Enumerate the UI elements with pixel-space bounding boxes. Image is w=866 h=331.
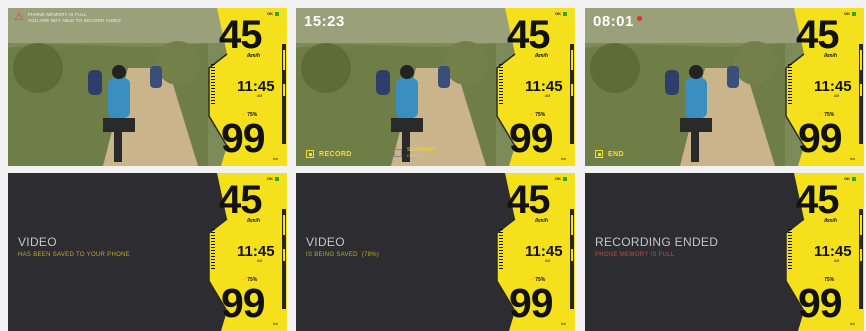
- status-ok: OK: [555, 11, 567, 16]
- side-scroll-bar[interactable]: [859, 209, 863, 309]
- record-label: RECORD: [319, 150, 352, 158]
- side-scroll-bar[interactable]: [282, 209, 286, 309]
- hud-panel: OK 45 /km/h 11:45 AM ⚡75% 99 km: [207, 8, 287, 166]
- hud-time: 11:45: [814, 243, 852, 260]
- clock: 08:01: [593, 13, 634, 30]
- battery-unit: km: [561, 157, 566, 161]
- level-ticks: [211, 229, 215, 269]
- level-ticks: [788, 229, 792, 269]
- speed-unit: /km/h: [535, 218, 549, 224]
- screen-recording-ended: RECORDING ENDED PHONE MEMORY IS FULL OK …: [585, 173, 864, 331]
- battery-big-value: 99: [798, 280, 843, 326]
- status-ok: OK: [844, 176, 856, 181]
- screen-recording: 08:01 END OK 45 /km/h 11:45 AM ⚡75% 99 k…: [585, 8, 864, 166]
- record-button[interactable]: RECORD: [306, 150, 352, 158]
- hud-panel: OK 45 /km/h 11:45 AM ⚡75% 99 km: [495, 173, 575, 331]
- speed-value: 45: [507, 13, 550, 57]
- battery-big-value: 99: [509, 280, 554, 326]
- snapshot-sub: CAMERA: [407, 153, 426, 158]
- record-icon: [306, 150, 314, 158]
- speed-unit: /km/h: [247, 53, 261, 59]
- hud-am-pm: AM: [257, 94, 263, 98]
- speed-value: 45: [219, 178, 262, 222]
- warning-line-2: YOU ARE NOT ABLE TO RECORD VIDEO: [27, 18, 121, 23]
- level-ticks: [788, 64, 792, 104]
- screen-memory-full-warning: ⚠ PHONE MEMORY IS FULL YOU ARE NOT ABLE …: [8, 8, 287, 166]
- stop-icon: [595, 150, 603, 158]
- battery-unit: km: [273, 157, 278, 161]
- speed-unit: /km/h: [824, 218, 838, 224]
- hud-am-pm: AM: [257, 259, 263, 263]
- battery-unit: km: [273, 322, 278, 326]
- side-scroll-bar[interactable]: [859, 44, 863, 144]
- hud-am-pm: AM: [545, 94, 551, 98]
- hud-time: 11:45: [525, 243, 563, 260]
- level-ticks: [499, 64, 503, 104]
- message-title: VIDEO: [18, 235, 57, 249]
- snapshot-button[interactable]: SNAPSHOT CAMERA: [394, 148, 437, 158]
- hud-am-pm: AM: [834, 94, 840, 98]
- hud-time: 11:45: [814, 78, 852, 95]
- speed-value: 45: [219, 13, 262, 57]
- end-label: END: [608, 150, 624, 158]
- message-title: RECORDING ENDED: [595, 235, 719, 249]
- screen-video-saving: VIDEO IS BEING SAVED (78%) OK 45 /km/h 1…: [296, 173, 575, 331]
- level-ticks: [499, 229, 503, 269]
- message-title: VIDEO: [306, 235, 345, 249]
- status-ok: OK: [555, 176, 567, 181]
- level-ticks: [211, 64, 215, 104]
- screen-video-saved: VIDEO HAS BEEN SAVED TO YOUR PHONE OK 45…: [8, 173, 287, 331]
- hud-panel: OK 45 /km/h 11:45 AM ⚡75% 99 km: [784, 173, 864, 331]
- message: VIDEO HAS BEEN SAVED TO YOUR PHONE: [18, 235, 130, 258]
- hud-time: 11:45: [525, 78, 563, 95]
- hud-am-pm: AM: [545, 259, 551, 263]
- message-subtitle: HAS BEEN SAVED TO YOUR PHONE: [18, 252, 130, 258]
- speed-value: 45: [507, 178, 550, 222]
- status-ok: OK: [267, 176, 279, 181]
- battery-unit: km: [561, 322, 566, 326]
- status-ok: OK: [844, 11, 856, 16]
- battery-unit: km: [850, 322, 855, 326]
- screen-ready-to-record: 15:23 RECORD SNAPSHOT CAMERA OK 45 /km/h…: [296, 8, 575, 166]
- hud-time: 11:45: [237, 243, 275, 260]
- side-scroll-bar[interactable]: [282, 44, 286, 144]
- hud-panel: OK 45 /km/h 11:45 AM ⚡75% 99 km: [784, 8, 864, 166]
- message-subtitle: PHONE MEMORY IS FULL: [595, 252, 675, 258]
- speed-unit: /km/h: [824, 53, 838, 59]
- memory-warning: ⚠ PHONE MEMORY IS FULL YOU ARE NOT ABLE …: [14, 12, 121, 24]
- hud-time: 11:45: [237, 78, 275, 95]
- speed-value: 45: [796, 13, 839, 57]
- message: RECORDING ENDED PHONE MEMORY IS FULL: [595, 235, 718, 258]
- speed-unit: /km/h: [247, 218, 261, 224]
- speed-value: 45: [796, 178, 839, 222]
- message-subtitle: IS BEING SAVED (78%): [306, 252, 380, 258]
- battery-big-value: 99: [798, 115, 843, 161]
- battery-unit: km: [850, 157, 855, 161]
- hud-am-pm: AM: [834, 259, 840, 263]
- end-button[interactable]: END: [595, 150, 624, 158]
- recording-dot-icon: [637, 16, 642, 21]
- battery-big-value: 99: [221, 280, 266, 326]
- message: VIDEO IS BEING SAVED (78%): [306, 235, 379, 258]
- hud-panel: OK 45 /km/h 11:45 AM ⚡75% 99 km: [495, 8, 575, 166]
- battery-big-value: 99: [221, 115, 266, 161]
- snapshot-icon: [394, 149, 402, 157]
- side-scroll-bar[interactable]: [570, 209, 574, 309]
- hud-panel: OK 45 /km/h 11:45 AM ⚡75% 99 km: [207, 173, 287, 331]
- side-scroll-bar[interactable]: [570, 44, 574, 144]
- status-ok: OK: [267, 11, 279, 16]
- warning-icon: ⚠: [14, 11, 24, 23]
- battery-big-value: 99: [509, 115, 554, 161]
- clock: 15:23: [304, 13, 345, 30]
- speed-unit: /km/h: [535, 53, 549, 59]
